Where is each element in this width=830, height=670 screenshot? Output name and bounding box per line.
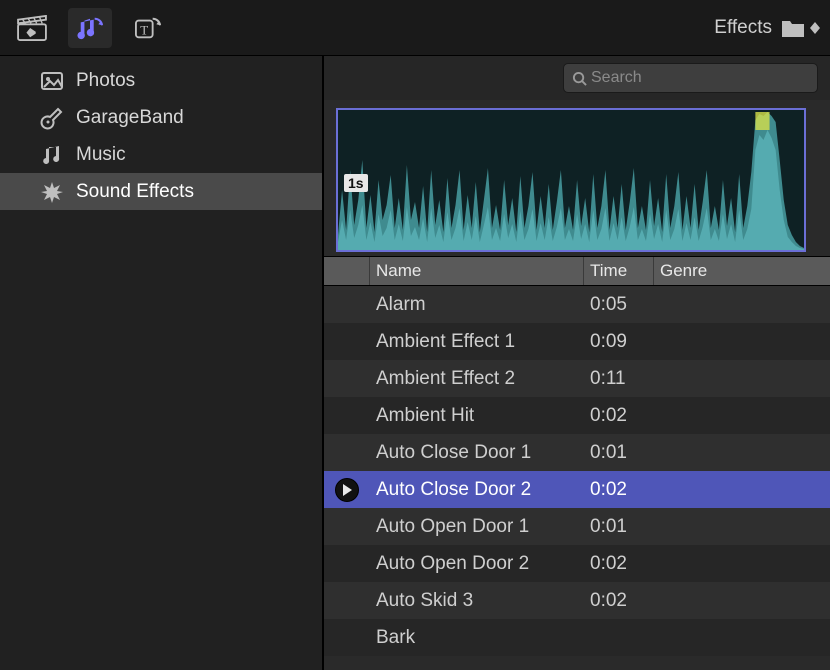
- row-name: Ambient Effect 2: [370, 368, 584, 390]
- row-time: 0:02: [584, 479, 654, 501]
- content-pane: 1s Name Time Genre Alarm0:05Ambient Effe…: [324, 56, 830, 670]
- waveform-preview[interactable]: 1s: [336, 108, 806, 252]
- sidebar-item-label: GarageBand: [76, 107, 184, 129]
- toolbar: T Effects: [0, 0, 830, 56]
- sidebar-item-photos[interactable]: Photos: [0, 62, 322, 99]
- table-row[interactable]: Alarm0:05: [324, 286, 830, 323]
- chevron-up-down-icon: [810, 22, 820, 34]
- titles-text-browser-button[interactable]: T: [126, 8, 170, 48]
- row-name: Alarm: [370, 294, 584, 316]
- table-row[interactable]: Auto Close Door 10:01: [324, 434, 830, 471]
- effects-picker-label: Effects: [714, 17, 772, 39]
- play-icon: [342, 484, 352, 496]
- play-button[interactable]: [335, 478, 359, 502]
- effects-folder-dropdown[interactable]: [780, 17, 820, 39]
- column-header-name[interactable]: Name: [370, 257, 584, 285]
- row-name: Ambient Effect 1: [370, 331, 584, 353]
- audio-browser-button[interactable]: [68, 8, 112, 48]
- sidebar-item-label: Music: [76, 144, 126, 166]
- row-name: Auto Skid 3: [370, 590, 584, 612]
- row-time: 0:09: [584, 331, 654, 353]
- table-row[interactable]: Bark: [324, 619, 830, 656]
- row-play-cell: [324, 478, 370, 502]
- music-arrow-icon: [75, 15, 105, 41]
- waveform-area: 1s: [324, 100, 830, 256]
- column-header-time[interactable]: Time: [584, 257, 654, 285]
- table-body: Alarm0:05Ambient Effect 10:09Ambient Eff…: [324, 286, 830, 670]
- sidebar-item-label: Photos: [76, 70, 135, 92]
- clapperboard-icon: [17, 15, 47, 41]
- guitar-icon: [40, 106, 64, 130]
- row-name: Auto Open Door 2: [370, 553, 584, 575]
- sidebar-item-label: Sound Effects: [76, 181, 194, 203]
- row-name: Bark: [370, 627, 584, 649]
- row-time: 0:05: [584, 294, 654, 316]
- search-box[interactable]: [563, 63, 818, 93]
- title-arrow-icon: T: [133, 15, 163, 41]
- burst-icon: [40, 180, 64, 204]
- search-input[interactable]: [591, 69, 809, 87]
- row-time: 0:02: [584, 553, 654, 575]
- titles-browser-button[interactable]: [10, 8, 54, 48]
- column-header-genre[interactable]: Genre: [654, 257, 830, 285]
- table-row[interactable]: Ambient Effect 10:09: [324, 323, 830, 360]
- table-row[interactable]: Ambient Effect 20:11: [324, 360, 830, 397]
- row-name: Auto Close Door 1: [370, 442, 584, 464]
- table-row[interactable]: Auto Open Door 20:02: [324, 545, 830, 582]
- search-icon: [572, 71, 587, 86]
- sidebar: Photos GarageBand Music Sound Effects: [0, 56, 324, 670]
- table-header: Name Time Genre: [324, 256, 830, 286]
- music-note-icon: [40, 143, 64, 167]
- folder-icon: [780, 17, 806, 39]
- row-name: Auto Open Door 1: [370, 516, 584, 538]
- waveform-graphic: [338, 110, 804, 250]
- table-row[interactable]: Auto Skid 30:02: [324, 582, 830, 619]
- table-row[interactable]: Ambient Hit0:02: [324, 397, 830, 434]
- photos-icon: [40, 69, 64, 93]
- waveform-timestamp: 1s: [344, 174, 368, 192]
- row-time: 0:11: [584, 368, 654, 390]
- table-row[interactable]: Auto Open Door 10:01: [324, 508, 830, 545]
- row-name: Ambient Hit: [370, 405, 584, 427]
- search-row: [324, 56, 830, 100]
- sidebar-item-garageband[interactable]: GarageBand: [0, 99, 322, 136]
- table-row[interactable]: Auto Close Door 20:02: [324, 471, 830, 508]
- sidebar-item-sound-effects[interactable]: Sound Effects: [0, 173, 322, 210]
- row-time: 0:02: [584, 405, 654, 427]
- svg-text:T: T: [140, 22, 148, 37]
- row-time: 0:01: [584, 442, 654, 464]
- row-time: 0:02: [584, 590, 654, 612]
- row-time: 0:01: [584, 516, 654, 538]
- column-header-play[interactable]: [324, 257, 370, 285]
- row-name: Auto Close Door 2: [370, 479, 584, 501]
- sidebar-item-music[interactable]: Music: [0, 136, 322, 173]
